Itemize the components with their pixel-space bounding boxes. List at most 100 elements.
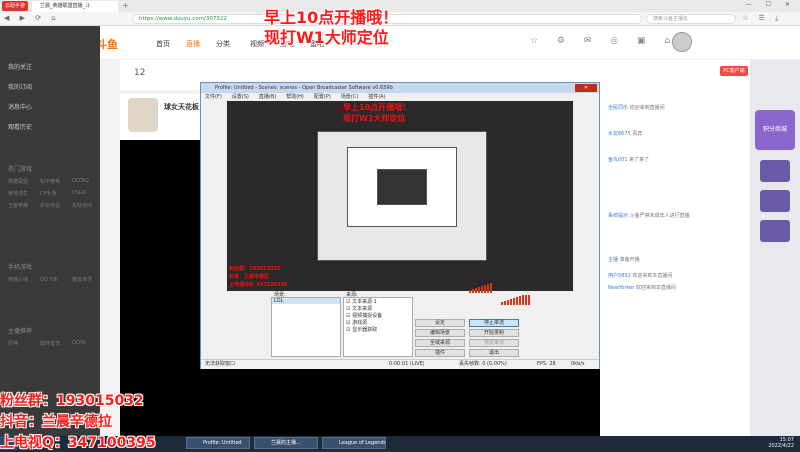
sidebar-sub-item[interactable]: DOTA (72, 340, 86, 346)
new-tab-button[interactable]: + (122, 1, 132, 11)
taskbar-app-lol[interactable]: League of Legends (322, 437, 386, 449)
chat-user[interactable]: NewYorker (608, 285, 634, 291)
sidebar-sub-item[interactable]: 王者荣耀 (8, 202, 28, 209)
obs-preview: 早上10点开播哦！ 现打W1大师定位 粉丝群：193015032 抖音：兰晨辛德… (227, 101, 573, 291)
source-item[interactable]: ☑ 文本来源 1 (344, 298, 412, 305)
source-item[interactable]: ☑ 显示器获取 (344, 326, 412, 333)
scenes-header: 场景: (274, 292, 286, 298)
pc-client-button[interactable]: PC客户端 (720, 66, 748, 76)
nav-video[interactable]: 视频 (250, 39, 264, 49)
preview-stream-button[interactable]: 预览串流 (469, 339, 519, 347)
sidebar-item-follow[interactable]: 我的关注 (8, 62, 32, 71)
sidebar-sub-item[interactable]: CF手游 (40, 190, 56, 197)
navigation-controls[interactable]: ◀ ▶ ⟳ ⌂ (4, 14, 60, 22)
close-icon[interactable]: ✕ (575, 84, 597, 92)
chat-user[interactable]: 水友8675 (608, 131, 631, 137)
obs-menu-item[interactable]: 帮助(H) (286, 94, 304, 100)
promo-ad[interactable]: 积分商城 (755, 110, 795, 150)
chat-text: 斗鱼严禁未成年人进行直播 (629, 213, 690, 219)
sidebar-sub-item[interactable]: QQ飞车 (40, 276, 58, 283)
chat-user[interactable]: 鱼丸001 (608, 157, 628, 163)
chat-user[interactable]: 全民同乐 (608, 105, 628, 111)
status-message: 无法获取窗口 (205, 361, 236, 367)
sidebar-sub-item[interactable]: 永劫无间 (72, 202, 92, 209)
sidebar-sub-item[interactable]: 英雄联盟 (8, 178, 28, 185)
chat-panel: PC客户端 全民同乐 欢迎来到直播间 水友8675 贵宾 鱼丸001 来了来了 … (600, 60, 750, 436)
side-thumbnail[interactable] (760, 190, 790, 212)
sidebar-item-subscribe[interactable]: 我的订阅 (8, 82, 32, 91)
chat-message: 水友8675 贵宾 (608, 130, 642, 137)
scenes-panel: 场景: LOL (271, 292, 341, 357)
chat-message: 用户5832 欢迎来到本直播间 (608, 272, 672, 279)
fan-group-text: 粉丝群：193015032 (0, 393, 144, 409)
mic-qq-text: 上电视Q：347100395 (0, 435, 156, 451)
browser-toolbar-icons[interactable]: ☆ ☰ ⤓ (742, 14, 782, 23)
sidebar-sub-item[interactable]: CSGO (72, 190, 86, 196)
obs-menu-item[interactable]: 配置(P) (314, 94, 331, 100)
header-icons[interactable]: ☆ ⚙ ✉ ◎ ▣ ⌂ (530, 36, 678, 46)
sidebar-item-messages[interactable]: 消息中心 (8, 102, 32, 111)
douyin-text: 抖音：兰晨辛德拉 (0, 414, 112, 430)
source-label: 显示器获取 (352, 327, 378, 333)
nav-category[interactable]: 分类 (216, 39, 230, 49)
sidebar-section-mobile: 手机游戏 (8, 264, 33, 271)
chat-text: 贵宾 (632, 131, 643, 137)
taskbar-app-obs[interactable]: Profile: Untitled (186, 437, 250, 449)
sidebar-section-hot: 热门游戏 (8, 166, 33, 173)
preview-overlay-text: 抖音：兰晨辛德拉 (229, 274, 270, 280)
obs-menu-item[interactable]: 插件(A) (368, 94, 385, 100)
obs-menu-item[interactable]: 场景(C) (341, 94, 358, 100)
chat-message: 系统提示 斗鱼严禁未成年人进行直播 (608, 212, 690, 219)
sidebar-sub-item[interactable]: 原神 (8, 340, 18, 347)
user-avatar[interactable] (672, 32, 692, 52)
taskbar-app-browser[interactable]: 兰晨的主播... (254, 437, 318, 449)
address-bar-row: ◀ ▶ ⟳ ⌂ https://www.douyu.com/307322 搜索斗… (0, 12, 800, 26)
edit-scene-button[interactable]: 编辑场景 (415, 329, 465, 337)
status-time: 0:00:01 (LIVE) (389, 361, 425, 367)
plugins-button[interactable]: 插件 (415, 349, 465, 357)
site-header: 斗鱼 首页 直播 分类 视频 游戏 鱼吧 ☆ ⚙ ✉ ◎ ▣ ⌂ (0, 26, 800, 60)
scene-item[interactable]: LOL (272, 298, 340, 304)
preview-overlay-text: 粉丝群：193015032 (229, 266, 281, 272)
obs-menu-item[interactable]: 设置(S) (232, 94, 249, 100)
status-bitrate: 0kb/s (571, 361, 585, 367)
sidebar-item-history[interactable]: 观看历史 (8, 122, 32, 131)
side-thumbnail[interactable] (760, 220, 790, 242)
chat-user[interactable]: 系统提示 (608, 213, 628, 219)
obs-menu-bar: 文件(F) 设置(S) 直播(B) 帮助(H) 配置(P) 场景(C) 插件(A) (201, 93, 599, 101)
side-thumbnail[interactable] (760, 160, 790, 182)
room-title: 球女天花板 (164, 103, 199, 111)
global-sources-button[interactable]: 全域来源 (415, 339, 465, 347)
nav-live[interactable]: 直播 (186, 39, 200, 49)
obs-menu-item[interactable]: 文件(F) (205, 94, 222, 100)
audio-meter (501, 295, 531, 305)
nav-home[interactable]: 首页 (156, 39, 170, 49)
exit-button[interactable]: 退出 (469, 349, 519, 357)
sidebar-sub-item[interactable]: DOTA2 (72, 178, 89, 184)
source-item[interactable]: ☑ 视频捕捉设备 (344, 312, 412, 319)
browser-logo[interactable]: 云助手游 (2, 1, 28, 11)
sidebar-sub-item[interactable]: 和平精英 (40, 178, 60, 185)
browser-search-input[interactable]: 搜索斗鱼主播名 (646, 14, 736, 24)
start-record-button[interactable]: 开始录制 (469, 329, 519, 337)
settings-button[interactable]: 设定 (415, 319, 465, 327)
obs-menu-item[interactable]: 直播(B) (259, 94, 276, 100)
browser-tab-active[interactable]: 兰晨_英雄联盟直播_斗 (32, 1, 118, 12)
sidebar-sub-item[interactable]: 穿越火线 (8, 276, 28, 283)
sidebar-sub-item[interactable]: 魔兽世界 (72, 276, 92, 283)
sidebar-sub-item[interactable]: 炉石传说 (40, 202, 60, 209)
sidebar-sub-item[interactable]: 崩坏星穹 (40, 340, 60, 347)
source-item[interactable]: ☑ 游戏源 (344, 319, 412, 326)
window-controls[interactable]: — ☐ ✕ (746, 1, 796, 8)
chat-text: 准备开播 (619, 257, 640, 263)
streamer-avatar[interactable] (128, 98, 158, 132)
source-item[interactable]: ☑ 文本来源 (344, 305, 412, 312)
stream-promo-line2: 现打W1大师定位 (264, 28, 389, 47)
left-sidebar: 我的关注 我的订阅 消息中心 观看历史 热门游戏 英雄联盟 和平精英 DOTA2… (0, 26, 100, 436)
taskbar-clock[interactable]: 15:07 2022/4/22 (768, 437, 794, 449)
sidebar-sub-item[interactable]: 绝地求生 (8, 190, 28, 197)
stop-stream-button[interactable]: 停止串流 (469, 319, 519, 327)
chat-user[interactable]: 主播 (608, 257, 618, 263)
chat-user[interactable]: 用户5832 (608, 273, 631, 279)
obs-title-bar[interactable]: Profile: Untitled - Scenes: scenes - Ope… (201, 83, 599, 93)
